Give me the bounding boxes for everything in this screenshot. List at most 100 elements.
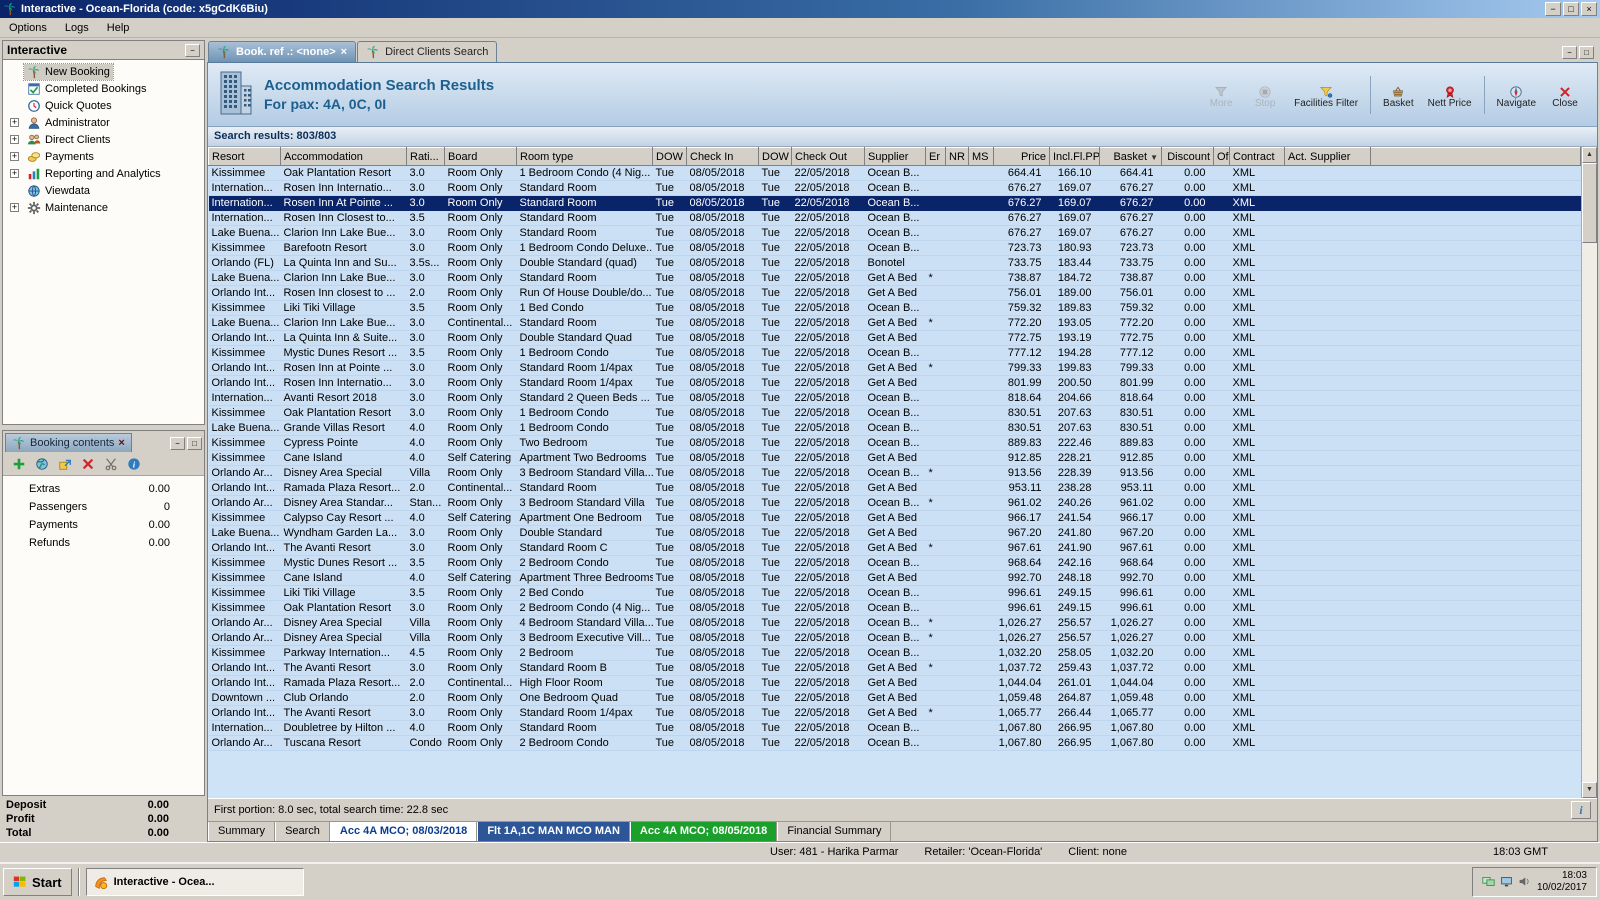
column-header-resort[interactable]: Resort bbox=[208, 147, 281, 166]
window-maximize-button[interactable]: □ bbox=[1563, 2, 1579, 16]
table-row[interactable]: Internation... Rosen Inn Closest to... 3.5… bbox=[208, 210, 1581, 226]
cut-button[interactable] bbox=[101, 454, 121, 474]
table-row[interactable]: Internation... Rosen Inn At Pointe ... 3.0… bbox=[208, 195, 1581, 211]
expand-toggle[interactable]: + bbox=[10, 135, 19, 144]
column-header-basket[interactable]: Basket ▼ bbox=[1099, 147, 1162, 166]
expand-toggle[interactable]: + bbox=[10, 152, 19, 161]
table-row[interactable]: Kissimmee Barefootn Resort 3.0 Room Only 1 B… bbox=[208, 240, 1581, 256]
sidebar-item-direct-clients[interactable]: + Direct Clients bbox=[3, 131, 204, 148]
column-header-act_supplier[interactable]: Act. Supplier bbox=[1284, 147, 1371, 166]
window-minimize-button[interactable]: − bbox=[1545, 2, 1561, 16]
column-header-accommodation[interactable]: Accommodation bbox=[280, 147, 407, 166]
table-row[interactable]: Lake Buena... Wyndham Garden La... 3.0 Room… bbox=[208, 525, 1581, 541]
table-row[interactable]: Orlando (FL) La Quinta Inn and Su... 3.5s.… bbox=[208, 255, 1581, 271]
tray-network-icon[interactable] bbox=[1482, 875, 1496, 889]
basket-button[interactable]: Basket bbox=[1376, 68, 1421, 122]
column-header-board[interactable]: Board bbox=[444, 147, 517, 166]
table-row[interactable]: Orlando Int... La Quinta Inn & Suite... 3.… bbox=[208, 330, 1581, 346]
taskbar-task-button[interactable]: Interactive - Ocea... bbox=[85, 868, 304, 896]
component-tab-financial-summary[interactable]: Financial Summary bbox=[777, 822, 892, 841]
table-row[interactable]: Orlando Int... Ramada Plaza Resort... 2.0 C… bbox=[208, 675, 1581, 691]
table-row[interactable]: Kissimmee Liki Tiki Village 3.5 Room Only 2 … bbox=[208, 585, 1581, 601]
sidebar-item-viewdata[interactable]: Viewdata bbox=[3, 182, 204, 199]
booking-contents-item[interactable]: Passengers 0 bbox=[3, 498, 204, 516]
table-row[interactable]: Kissimmee Calypso Cay Resort ... 4.0 Self C… bbox=[208, 510, 1581, 526]
table-row[interactable]: Lake Buena... Clarion Inn Lake Bue... 3.0 R… bbox=[208, 270, 1581, 286]
column-header-discount[interactable]: Discount bbox=[1161, 147, 1214, 166]
expand-toggle[interactable]: + bbox=[10, 203, 19, 212]
delete-button[interactable] bbox=[78, 454, 98, 474]
expand-toggle[interactable]: + bbox=[10, 169, 19, 178]
table-row[interactable]: Kissimmee Mystic Dunes Resort ... 3.5 Room … bbox=[208, 345, 1581, 361]
sidebar-item-administrator[interactable]: + Administrator bbox=[3, 114, 204, 131]
export-button[interactable] bbox=[55, 454, 75, 474]
table-row[interactable]: Kissimmee Liki Tiki Village 3.5 Room Only 1 … bbox=[208, 300, 1581, 316]
column-header-supplier[interactable]: Supplier bbox=[864, 147, 926, 166]
sidebar-collapse-button[interactable]: − bbox=[185, 43, 200, 57]
tab-direct-clients-search[interactable]: Direct Clients Search bbox=[357, 41, 498, 62]
table-row[interactable]: Orlando Ar... Tuscana Resort Condo Room Onl… bbox=[208, 735, 1581, 751]
table-row[interactable]: Orlando Ar... Disney Area Special Villa Roo… bbox=[208, 615, 1581, 631]
mdi-minimize-button[interactable]: − bbox=[1562, 46, 1577, 59]
component-tab-acc-4a-mco-08-05-2018[interactable]: Acc 4A MCO; 08/05/2018 bbox=[629, 822, 778, 841]
booking-contents-item[interactable]: Extras 0.00 bbox=[3, 480, 204, 498]
sidebar-item-quick-quotes[interactable]: Quick Quotes bbox=[3, 97, 204, 114]
table-row[interactable]: Orlando Ar... Disney Area Special Villa Roo… bbox=[208, 465, 1581, 481]
info-button[interactable]: i bbox=[124, 454, 144, 474]
booking-contents-restore-button[interactable]: □ bbox=[187, 437, 202, 450]
table-row[interactable]: Orlando Int... Rosen Inn Internatio... 3.0… bbox=[208, 375, 1581, 391]
column-header-price[interactable]: Price bbox=[993, 147, 1050, 166]
facilities-filter-button[interactable]: Facilities Filter bbox=[1287, 68, 1365, 122]
table-row[interactable]: Kissimmee Oak Plantation Resort 3.0 Room On… bbox=[208, 405, 1581, 421]
column-header-of[interactable]: Of bbox=[1213, 147, 1230, 166]
table-row[interactable]: Kissimmee Oak Plantation Resort 3.0 Room On… bbox=[208, 600, 1581, 616]
table-row[interactable]: Kissimmee Mystic Dunes Resort ... 3.5 Room … bbox=[208, 555, 1581, 571]
booking-contents-close-icon[interactable]: × bbox=[118, 437, 124, 449]
table-row[interactable]: Lake Buena... Clarion Inn Lake Bue... 3.0 R… bbox=[208, 225, 1581, 241]
tray-display-icon[interactable] bbox=[1500, 875, 1514, 889]
column-header-rating[interactable]: Rati... bbox=[406, 147, 445, 166]
close-button[interactable]: Close bbox=[1543, 68, 1587, 122]
nett-price-button[interactable]: Nett Price bbox=[1421, 68, 1479, 122]
component-tab-flt-1a-1c-man-mco-man[interactable]: Flt 1A,1C MAN MCO MAN bbox=[477, 822, 630, 841]
column-header-er[interactable]: Er bbox=[925, 147, 946, 166]
table-row[interactable]: Orlando Ar... Disney Area Standar... Stan.… bbox=[208, 495, 1581, 511]
tray-audio-icon[interactable] bbox=[1518, 875, 1532, 889]
sidebar-item-reporting-and-analytics[interactable]: + Reporting and Analytics bbox=[3, 165, 204, 182]
column-header-ms[interactable]: MS bbox=[968, 147, 994, 166]
booking-contents-tab[interactable]: Booking contents × bbox=[5, 433, 132, 452]
table-row[interactable]: Orlando Int... Rosen Inn at Pointe ... 3.0… bbox=[208, 360, 1581, 376]
table-row[interactable]: Internation... Avanti Resort 2018 3.0 Room … bbox=[208, 390, 1581, 406]
info-button[interactable]: i bbox=[1571, 801, 1591, 819]
table-row[interactable]: Downtown ... Club Orlando 2.0 Room Only One … bbox=[208, 690, 1581, 706]
booking-contents-item[interactable]: Payments 0.00 bbox=[3, 516, 204, 534]
start-button[interactable]: Start bbox=[3, 868, 72, 896]
tab-close-icon[interactable]: × bbox=[341, 46, 347, 58]
menu-options[interactable]: Options bbox=[0, 20, 56, 36]
column-header-room_type[interactable]: Room type bbox=[516, 147, 653, 166]
window-close-button[interactable]: × bbox=[1581, 2, 1597, 16]
table-row[interactable]: Internation... Rosen Inn Internatio... 3.0… bbox=[208, 180, 1581, 196]
table-row[interactable]: Kissimmee Cypress Pointe 4.0 Room Only Two B… bbox=[208, 435, 1581, 451]
add-button[interactable] bbox=[9, 454, 29, 474]
sidebar-item-completed-bookings[interactable]: Completed Bookings bbox=[3, 80, 204, 97]
sidebar-item-maintenance[interactable]: + Maintenance bbox=[3, 199, 204, 216]
table-row[interactable]: Lake Buena... Grande Villas Resort 4.0 Room… bbox=[208, 420, 1581, 436]
column-header-nr[interactable]: NR bbox=[945, 147, 969, 166]
table-row[interactable]: Kissimmee Oak Plantation Resort 3.0 Room On… bbox=[208, 165, 1581, 181]
column-header-contract[interactable]: Contract bbox=[1229, 147, 1285, 166]
table-row[interactable]: Kissimmee Parkway Internation... 4.5 Room O… bbox=[208, 645, 1581, 661]
table-row[interactable]: Orlando Int... The Avanti Resort 3.0 Room O… bbox=[208, 540, 1581, 556]
booking-contents-item[interactable]: Refunds 0.00 bbox=[3, 534, 204, 552]
menu-help[interactable]: Help bbox=[98, 20, 139, 36]
column-header-check_in[interactable]: Check In bbox=[686, 147, 759, 166]
table-row[interactable]: Orlando Int... Ramada Plaza Resort... 2.0 C… bbox=[208, 480, 1581, 496]
table-row[interactable]: Orlando Int... The Avanti Resort 3.0 Room O… bbox=[208, 705, 1581, 721]
sidebar-item-new-booking[interactable]: New Booking bbox=[3, 62, 204, 81]
menu-logs[interactable]: Logs bbox=[56, 20, 98, 36]
column-header-dow_out[interactable]: DOW bbox=[758, 147, 792, 166]
table-row[interactable]: Internation... Doubletree by Hilton ... 4.… bbox=[208, 720, 1581, 736]
table-row[interactable]: Orlando Int... The Avanti Resort 3.0 Room O… bbox=[208, 660, 1581, 676]
table-row[interactable]: Orlando Ar... Disney Area Special Villa Roo… bbox=[208, 630, 1581, 646]
component-tab-search[interactable]: Search bbox=[275, 822, 330, 841]
